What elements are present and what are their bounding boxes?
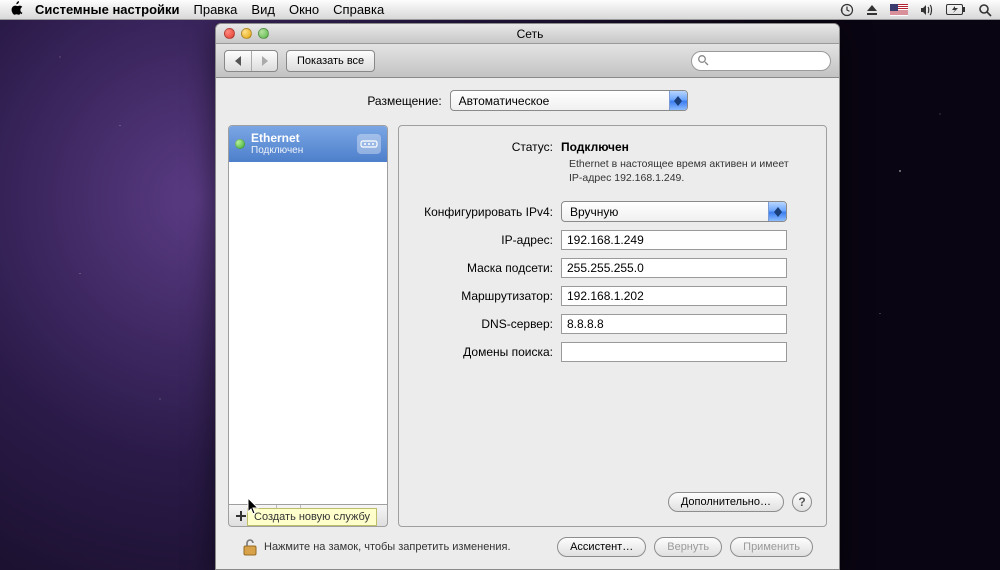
search-field-wrap — [691, 51, 831, 71]
status-value: Подключен — [561, 140, 812, 154]
search-domains-input[interactable] — [561, 342, 787, 362]
service-name: Ethernet — [251, 132, 351, 145]
eject-icon[interactable] — [866, 4, 878, 16]
router-label: Маршрутизатор: — [413, 289, 561, 303]
toolbar: Показать все — [216, 44, 839, 78]
content: Размещение: Автоматическое Ethernet Под — [216, 78, 839, 569]
ethernet-icon — [357, 134, 381, 154]
volume-icon[interactable] — [920, 4, 934, 16]
location-value: Автоматическое — [451, 94, 669, 108]
chevron-updown-icon — [768, 202, 786, 221]
search-input[interactable] — [691, 51, 831, 71]
location-select[interactable]: Автоматическое — [450, 90, 688, 111]
status-dot-icon — [235, 139, 245, 149]
show-all-button[interactable]: Показать все — [286, 50, 375, 72]
spotlight-icon[interactable] — [978, 3, 992, 17]
dns-input[interactable] — [561, 314, 787, 334]
revert-button[interactable]: Вернуть — [654, 537, 722, 557]
status-note: Ethernet в настоящее время активен и име… — [569, 158, 799, 185]
configure-ipv4-value: Вручную — [562, 205, 768, 219]
status-label: Статус: — [413, 140, 561, 154]
apple-menu[interactable] — [10, 1, 23, 19]
subnet-input[interactable] — [561, 258, 787, 278]
tooltip-create-service: Создать новую службу — [247, 508, 377, 526]
window-network-prefs: Сеть Показать все Размещение: Автоматиче… — [215, 23, 840, 570]
subnet-label: Маска подсети: — [413, 261, 561, 275]
lock-text: Нажмите на замок, чтобы запретить измене… — [264, 541, 511, 553]
titlebar[interactable]: Сеть — [216, 24, 839, 44]
menu-edit[interactable]: Правка — [194, 2, 238, 17]
assistant-button[interactable]: Ассистент… — [557, 537, 646, 557]
time-machine-icon[interactable] — [840, 3, 854, 17]
apply-button[interactable]: Применить — [730, 537, 813, 557]
back-button[interactable] — [225, 51, 251, 71]
configure-ipv4-select[interactable]: Вручную — [561, 201, 787, 222]
battery-icon[interactable] — [946, 4, 966, 15]
detail-pane: Статус: Подключен Ethernet в настоящее в… — [398, 125, 827, 527]
lock-open-icon — [242, 538, 258, 556]
footer: Нажмите на замок, чтобы запретить измене… — [228, 527, 827, 569]
nav-back-forward — [224, 50, 278, 72]
menu-view[interactable]: Вид — [251, 2, 275, 17]
ip-input[interactable] — [561, 230, 787, 250]
window-title: Сеть — [221, 27, 839, 41]
menu-window[interactable]: Окно — [289, 2, 319, 17]
search-icon — [697, 54, 709, 69]
menubar: Системные настройки Правка Вид Окно Спра… — [0, 0, 1000, 20]
location-label: Размещение: — [367, 94, 441, 108]
router-input[interactable] — [561, 286, 787, 306]
ip-label: IP-адрес: — [413, 233, 561, 247]
advanced-button[interactable]: Дополнительно… — [668, 492, 784, 512]
chevron-updown-icon — [669, 91, 687, 110]
sidebar: Ethernet Подключен — [228, 125, 388, 527]
forward-button[interactable] — [251, 51, 277, 71]
service-item-ethernet[interactable]: Ethernet Подключен — [229, 126, 387, 162]
app-name[interactable]: Системные настройки — [35, 2, 180, 17]
configure-ipv4-label: Конфигурировать IPv4: — [413, 205, 561, 219]
menu-help[interactable]: Справка — [333, 2, 384, 17]
input-source-flag[interactable] — [890, 4, 908, 16]
help-button[interactable]: ? — [792, 492, 812, 512]
dns-label: DNS-сервер: — [413, 317, 561, 331]
search-domains-label: Домены поиска: — [413, 345, 561, 359]
service-list[interactable]: Ethernet Подключен — [228, 125, 388, 505]
service-status: Подключен — [251, 145, 351, 156]
lock-button[interactable]: Нажмите на замок, чтобы запретить измене… — [242, 538, 511, 556]
